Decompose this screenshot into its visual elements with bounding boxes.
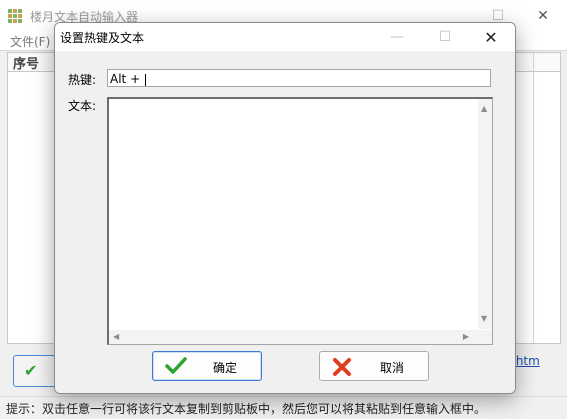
check-icon: ✔ [24, 361, 38, 380]
hotkey-label: 热键: [68, 73, 97, 87]
scrollbar-corner [478, 330, 492, 344]
vertical-scrollbar[interactable]: ▲ ▼ [478, 99, 492, 329]
ok-label: 确定 [213, 361, 238, 375]
cancel-label: 取消 [380, 361, 405, 375]
hotkey-value: Alt + [110, 72, 144, 86]
column-divider [533, 53, 534, 343]
menu-file[interactable]: 文件(F) [10, 33, 50, 50]
check-icon [165, 357, 187, 374]
cross-icon [333, 358, 351, 376]
text-label: 文本: [68, 99, 97, 113]
cancel-button[interactable]: 取消 [319, 351, 429, 381]
dialog-titlebar[interactable]: 设置热键及文本 — ☐ ✕ [55, 23, 515, 51]
ok-button[interactable]: 确定 [152, 351, 262, 381]
horizontal-scrollbar[interactable]: ◀ ▶ [109, 330, 479, 344]
hotkey-input[interactable]: Alt + [107, 69, 491, 87]
app-icon [8, 9, 22, 23]
scroll-up-icon[interactable]: ▲ [481, 105, 487, 113]
text-input[interactable]: ▲ ▼ ◀ ▶ [107, 97, 493, 345]
status-hint: 提示：双击任意一行可将该行文本复制到剪贴板中，然后您可以将其粘贴到任意输入框中。 [6, 402, 487, 416]
maximize-icon: ☐ [438, 29, 452, 45]
main-close-icon[interactable]: ✕ [520, 0, 566, 32]
scroll-down-icon[interactable]: ▼ [481, 315, 487, 323]
close-icon[interactable]: ✕ [469, 23, 513, 51]
dialog-title: 设置热键及文本 [60, 31, 145, 45]
scroll-left-icon[interactable]: ◀ [113, 333, 119, 341]
text-caret [144, 73, 146, 86]
hotkey-dialog: 设置热键及文本 — ☐ ✕ 热键: Alt + 文本: ▲ ▼ ◀ ▶ 确定 取… [54, 22, 516, 394]
scroll-right-icon[interactable]: ▶ [463, 333, 469, 341]
dialog-body: 热键: Alt + 文本: ▲ ▼ ◀ ▶ 确定 取消 [55, 51, 515, 393]
column-header-index[interactable]: 序号 [13, 53, 39, 72]
minimize-icon: — [390, 29, 404, 45]
statusbar: 提示：双击任意一行可将该行文本复制到剪贴板中，然后您可以将其粘贴到任意输入框中。 [0, 396, 567, 419]
website-link[interactable]: .htm [512, 354, 540, 368]
main-ok-button[interactable]: ✔ [13, 355, 59, 387]
